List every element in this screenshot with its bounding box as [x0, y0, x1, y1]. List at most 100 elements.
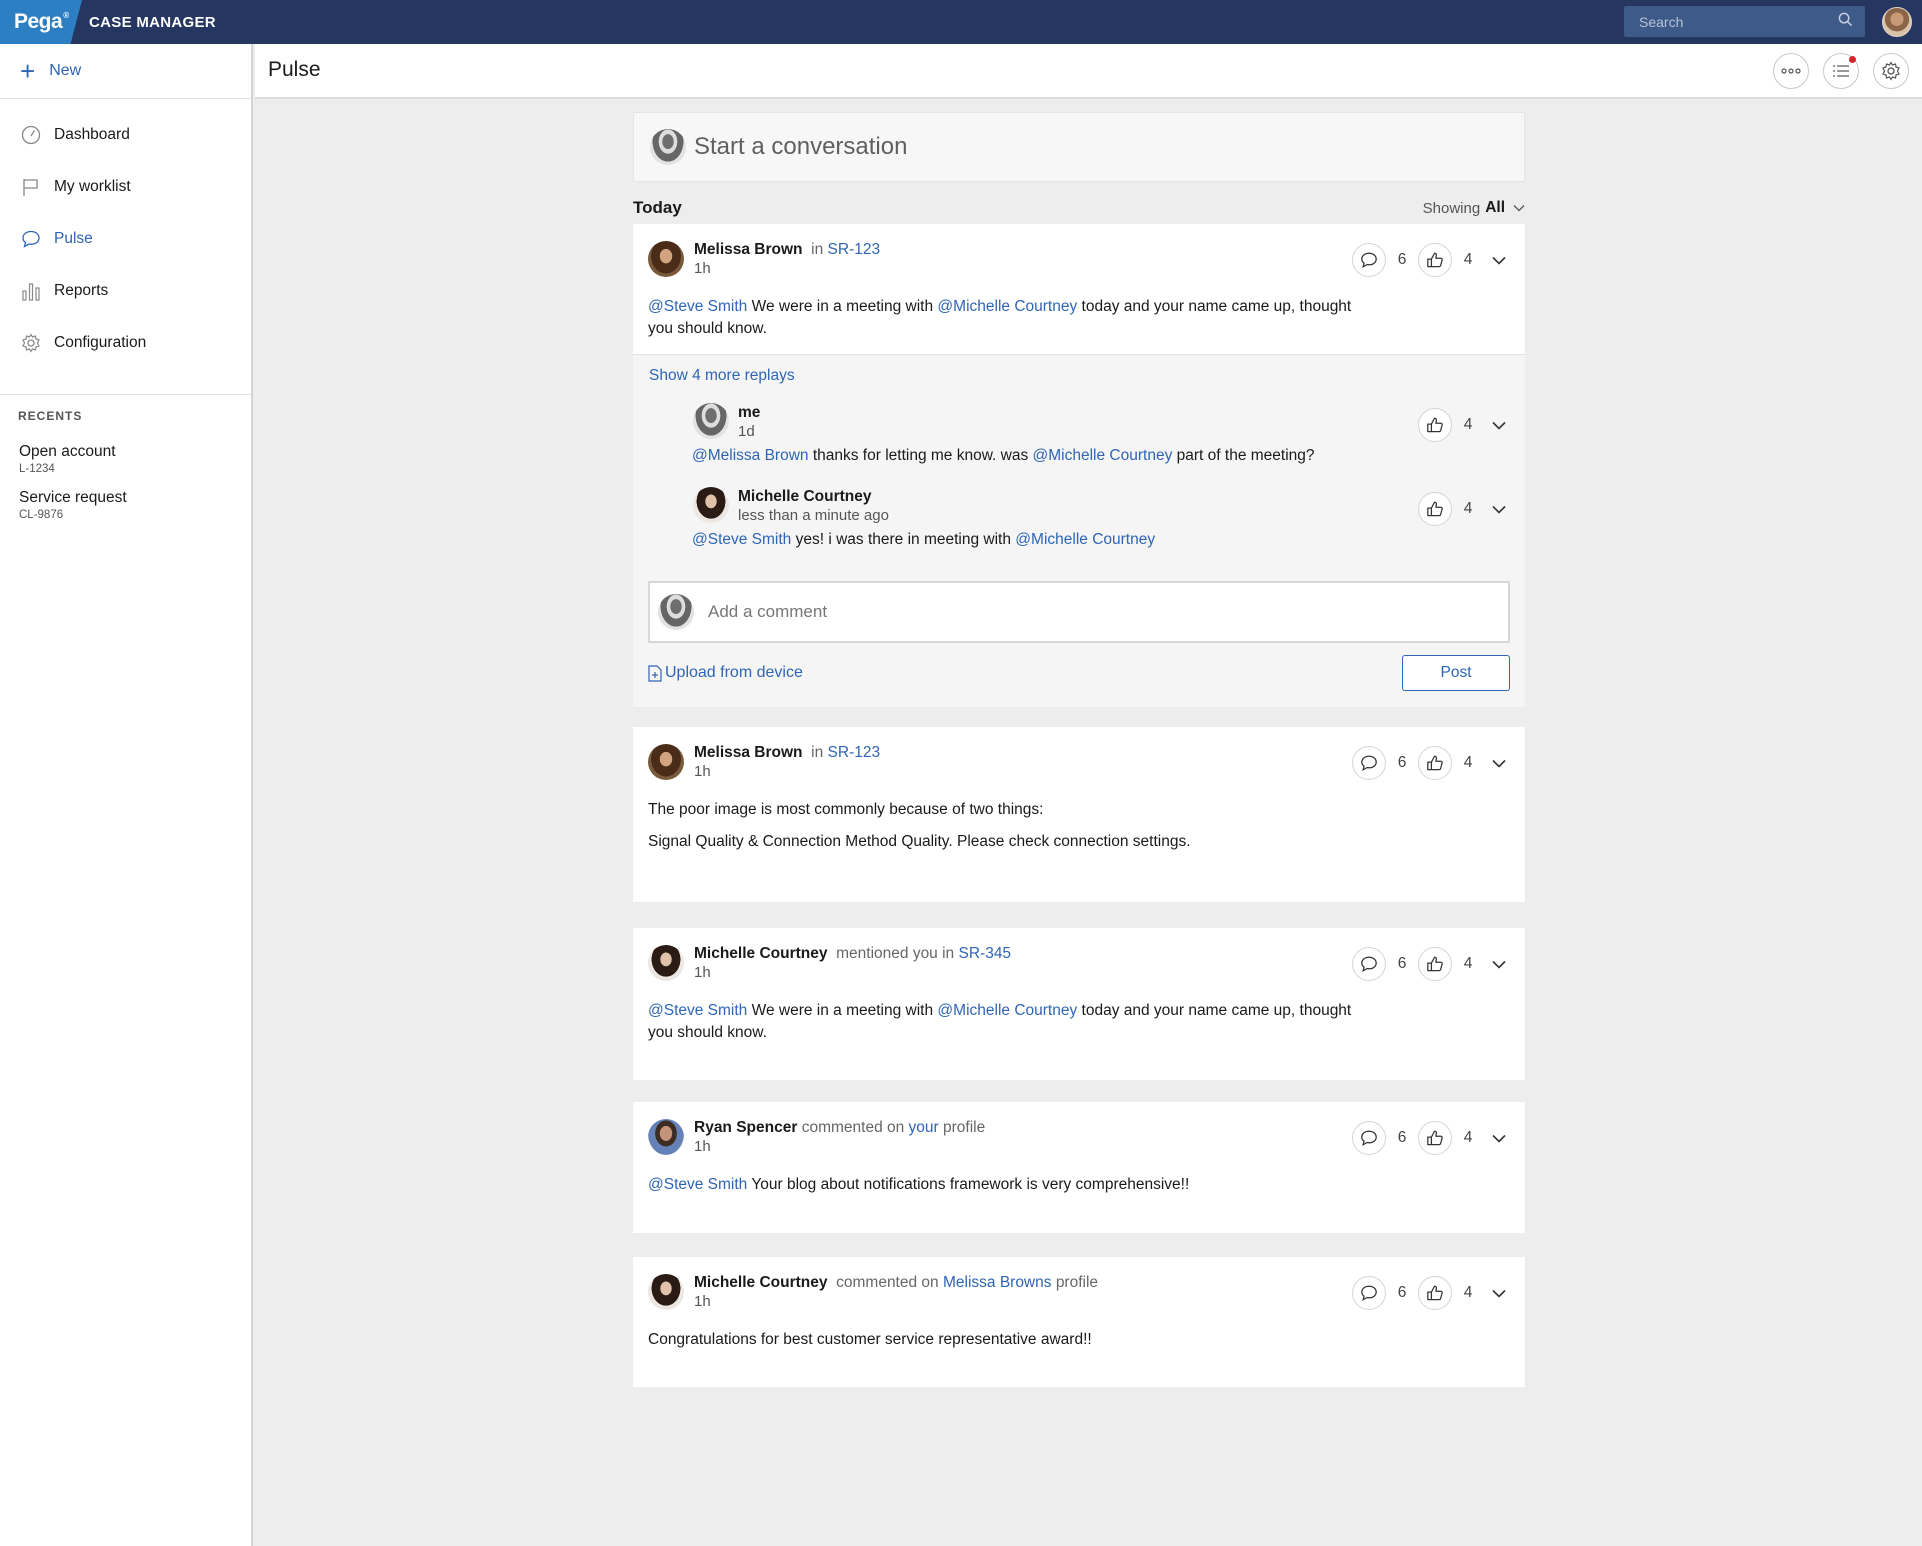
search-input[interactable]: [1639, 13, 1838, 30]
notifications-button[interactable]: [1823, 53, 1859, 89]
comment-button[interactable]: [1352, 1121, 1386, 1155]
upload-link[interactable]: Upload from device: [648, 664, 803, 682]
post-header: Ryan Spencer commented on your profile 1…: [633, 1102, 1525, 1174]
like-count: 4: [1463, 251, 1473, 268]
mention[interactable]: @Melissa Brown: [692, 447, 809, 464]
comment-button[interactable]: [1352, 243, 1386, 277]
like-button[interactable]: [1418, 408, 1452, 442]
author-name[interactable]: Melissa Brown: [694, 241, 803, 258]
post-actions: 6 4: [1352, 746, 1510, 780]
like-button[interactable]: [1418, 947, 1452, 981]
post-actions: 6 4: [1352, 1276, 1510, 1310]
author-name[interactable]: Melissa Brown: [694, 744, 803, 761]
like-button[interactable]: [1418, 1121, 1452, 1155]
user-avatar[interactable]: [1882, 7, 1912, 37]
file-upload-icon: [648, 664, 662, 682]
post-context: mentioned you in: [836, 945, 955, 962]
avatar: [650, 129, 686, 165]
reply-text: thanks for letting me know. was: [812, 447, 1029, 464]
comment-input[interactable]: [708, 602, 1508, 622]
mention[interactable]: @Steve Smith: [648, 298, 747, 315]
like-button[interactable]: [1418, 492, 1452, 526]
pega-logo[interactable]: Pega ®: [0, 0, 82, 44]
sidebar-item-pulse[interactable]: Pulse: [0, 213, 251, 265]
expand-button[interactable]: [1488, 249, 1510, 271]
post-body: @Steve Smith We were in a meeting with @…: [633, 1000, 1393, 1062]
feed-post: Michelle Courtney mentioned you in SR-34…: [633, 928, 1525, 1080]
dashboard-icon: [20, 124, 42, 146]
feed-post: Melissa Brown in SR-123 1h 6 4 @Steve Sm…: [633, 224, 1525, 707]
post-button[interactable]: Post: [1402, 655, 1510, 691]
reply-meta: me 1d: [738, 403, 760, 441]
recent-item[interactable]: Service request CL-9876: [0, 475, 251, 521]
avatar[interactable]: [693, 403, 729, 439]
thumbs-up-icon: [1427, 755, 1443, 771]
reply-header: Michelle Courtney less than a minute ago…: [692, 479, 1525, 531]
comment-icon: [1361, 252, 1377, 269]
recent-item[interactable]: Open account L-1234: [0, 423, 251, 475]
reply-actions: 4: [1418, 408, 1510, 442]
case-link[interactable]: SR-123: [828, 241, 881, 258]
expand-button[interactable]: [1488, 1127, 1510, 1149]
reply-body: @Melissa Brown thanks for letting me kno…: [692, 447, 1525, 479]
like-button[interactable]: [1418, 1276, 1452, 1310]
author-name[interactable]: me: [738, 404, 760, 421]
pulse-feed: Start a conversation Today Showing All M…: [633, 112, 1525, 1387]
sidebar-item-reports[interactable]: Reports: [0, 265, 251, 317]
show-more-replies-link[interactable]: Show 4 more replays: [633, 355, 1525, 395]
post-text: The poor image is most commonly because …: [648, 801, 1044, 818]
mention[interactable]: @Michelle Courtney: [937, 1002, 1077, 1019]
like-button[interactable]: [1418, 243, 1452, 277]
start-conversation[interactable]: Start a conversation: [633, 112, 1525, 182]
search-icon[interactable]: [1838, 12, 1853, 32]
comment-button[interactable]: [1352, 746, 1386, 780]
author-name[interactable]: Michelle Courtney: [694, 945, 828, 962]
expand-button[interactable]: [1488, 752, 1510, 774]
mention[interactable]: @Steve Smith: [648, 1176, 747, 1193]
mention[interactable]: @Steve Smith: [648, 1002, 747, 1019]
sidebar-item-dashboard[interactable]: Dashboard: [0, 109, 251, 161]
new-button[interactable]: + New: [0, 44, 251, 99]
post-time: 1h: [694, 1293, 711, 1310]
author-name[interactable]: Michelle Courtney: [738, 488, 872, 505]
expand-button[interactable]: [1488, 953, 1510, 975]
expand-button[interactable]: [1488, 414, 1510, 436]
avatar: [658, 594, 694, 630]
comment-icon: [1361, 956, 1377, 973]
sidebar-item-my-worklist[interactable]: My worklist: [0, 161, 251, 213]
comment-button[interactable]: [1352, 1276, 1386, 1310]
profile-link[interactable]: your: [909, 1119, 939, 1136]
post-text: We were in a meeting with: [751, 1002, 934, 1019]
mention[interactable]: @Michelle Courtney: [1015, 531, 1155, 548]
sidebar-item-configuration[interactable]: Configuration: [0, 317, 251, 369]
comment-button[interactable]: [1352, 947, 1386, 981]
chevron-down-icon: [1492, 1134, 1506, 1143]
like-button[interactable]: [1418, 746, 1452, 780]
sidebar-item-label: Reports: [54, 282, 109, 299]
mention[interactable]: @Michelle Courtney: [1033, 447, 1173, 464]
avatar[interactable]: [648, 1274, 684, 1310]
upload-label: Upload from device: [665, 664, 803, 681]
avatar[interactable]: [693, 487, 729, 523]
author-name[interactable]: Ryan Spencer: [694, 1119, 797, 1136]
avatar[interactable]: [648, 945, 684, 981]
expand-button[interactable]: [1488, 1282, 1510, 1304]
avatar[interactable]: [648, 1119, 684, 1155]
showing-filter[interactable]: Showing All: [1423, 199, 1525, 217]
case-link[interactable]: SR-345: [959, 945, 1012, 962]
reply-header: me 1d 4: [692, 395, 1525, 447]
settings-button[interactable]: [1873, 53, 1909, 89]
author-name[interactable]: Michelle Courtney: [694, 1274, 828, 1291]
reply: Michelle Courtney less than a minute ago…: [633, 479, 1525, 563]
expand-button[interactable]: [1488, 498, 1510, 520]
mention[interactable]: @Steve Smith: [692, 531, 791, 548]
avatar[interactable]: [648, 241, 684, 277]
reply-text: part of the meeting?: [1176, 447, 1315, 464]
more-actions-button[interactable]: [1773, 53, 1809, 89]
avatar[interactable]: [648, 744, 684, 780]
profile-link[interactable]: Melissa Browns: [943, 1274, 1052, 1291]
case-link[interactable]: SR-123: [828, 744, 881, 761]
post-body: The poor image is most commonly because …: [633, 799, 1393, 871]
mention[interactable]: @Michelle Courtney: [937, 298, 1077, 315]
